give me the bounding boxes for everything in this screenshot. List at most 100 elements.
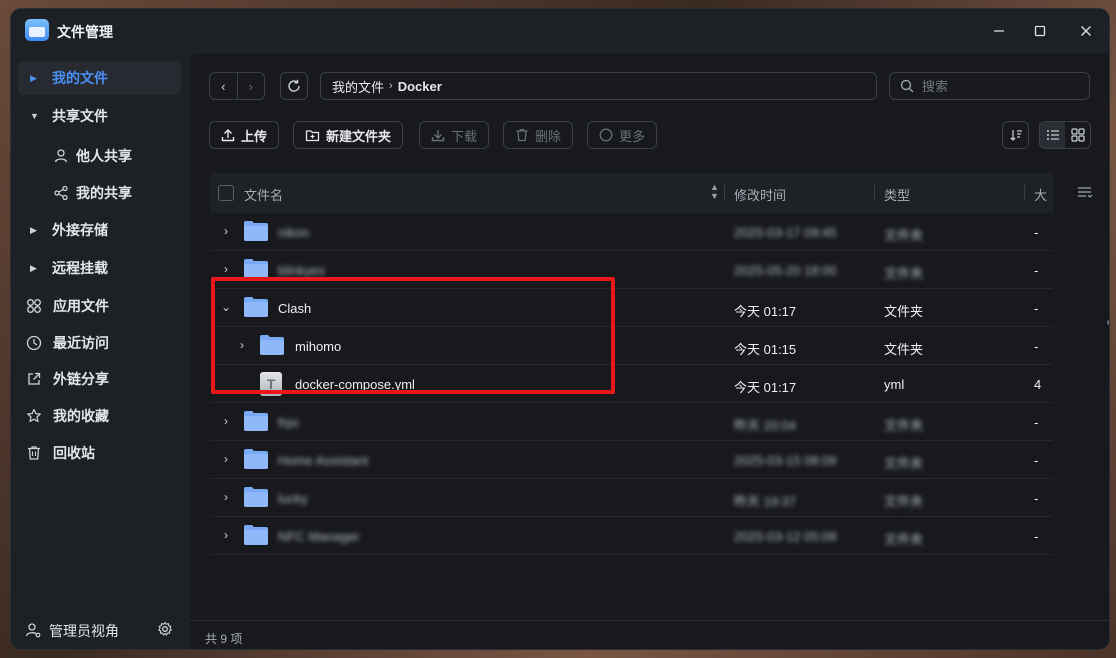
minimize-button[interactable] [984,18,1014,44]
search-box[interactable] [889,72,1090,100]
file-name[interactable]: nikon [278,225,309,240]
new-folder-button[interactable]: 新建文件夹 [293,121,404,149]
chevron-right-icon[interactable]: › [236,338,248,352]
caret-right-icon: ▶ [30,262,37,273]
download-icon [431,128,445,142]
download-button[interactable]: 下载 [419,121,490,149]
sort-icon [1009,130,1022,141]
refresh-button[interactable] [280,72,308,100]
more-button[interactable]: 更多 [587,121,658,149]
title-bar: 文件管理 [11,9,1109,53]
apps-icon [25,297,43,315]
sidebar-item-favorites[interactable]: 我的收藏 [18,399,181,433]
close-button[interactable] [1071,18,1101,44]
sort-button[interactable] [1002,121,1029,149]
sidebar-item-link-share[interactable]: 外链分享 [18,362,181,396]
maximize-icon [1034,25,1046,37]
file-mtime: 2025-03-17 09:45 [734,225,837,240]
folder-icon [244,221,268,241]
column-header-type[interactable]: 类型 [884,185,910,204]
chevron-right-icon[interactable]: › [220,490,232,504]
sort-arrows-icon[interactable]: ▲ ▼ [710,183,719,201]
file-type: 文件夹 [884,304,924,319]
grid-icon [1070,128,1085,142]
file-name[interactable]: NFC Manager [278,529,360,544]
file-name[interactable]: blinkyes [278,263,325,278]
chevron-right-icon[interactable]: › [220,414,232,428]
column-divider[interactable] [724,185,725,201]
sidebar-item-shared-with-me[interactable]: 他人共享 [18,139,181,173]
sidebar-item-my-shares[interactable]: 我的共享 [18,176,181,210]
forward-button[interactable]: › [238,73,265,99]
sidebar: ▶ 我的文件 ▼ 共享文件 他人共享 我的共享 ▶ 外接存储 ▶ 远程挂载 应用… [11,53,189,649]
file-type: 文件夹 [884,266,924,281]
search-input[interactable] [922,78,1082,94]
upload-label: 上传 [241,128,268,144]
sidebar-item-my-files[interactable]: ▶ 我的文件 [18,61,181,95]
scrollbar-indicator[interactable] [1107,320,1109,325]
admin-view-label: 管理员视角 [49,623,119,639]
gear-icon [158,621,172,636]
file-size: - [1034,301,1039,316]
table-row[interactable]: ⌄ Clash 今天 01:17 文件夹 - [210,289,1053,327]
column-header-size[interactable]: 大 [1034,185,1047,204]
table-row[interactable]: › Home Assistant 2025-03-15 08:09 文件夹 - [210,441,1053,479]
sidebar-item-recent[interactable]: 最近访问 [18,326,181,360]
column-header-name[interactable]: 文件名 [244,185,283,204]
column-divider[interactable] [1024,185,1025,201]
breadcrumb-current[interactable]: Docker [398,79,442,94]
file-size: - [1034,225,1039,240]
more-label: 更多 [619,128,646,144]
sidebar-item-external-storage[interactable]: ▶ 外接存储 [18,213,181,247]
select-all-checkbox[interactable] [218,185,234,201]
file-name[interactable]: Clash [278,301,311,316]
item-count: 共 9 项 [205,632,243,646]
file-name[interactable]: docker-compose.yml [295,377,415,392]
table-row[interactable]: › NFC Manager 2025-03-12 05:09 文件夹 - [210,517,1053,555]
breadcrumb-separator-icon: › [389,80,393,92]
column-settings-button[interactable] [1077,185,1093,202]
admin-view-toggle[interactable]: 管理员视角 [25,621,119,641]
new-folder-label: 新建文件夹 [326,128,392,144]
settings-button[interactable] [157,621,173,640]
table-row[interactable]: › frpc 昨天 20:04 文件夹 - [210,403,1053,441]
table-row[interactable]: › nikon 2025-03-17 09:45 文件夹 - [210,213,1053,251]
grid-view-button[interactable] [1065,122,1090,148]
chevron-right-icon[interactable]: › [220,224,232,238]
sidebar-item-app-files[interactable]: 应用文件 [18,289,181,323]
file-mtime: 今天 01:15 [734,342,797,357]
sidebar-item-shared-files[interactable]: ▼ 共享文件 [18,99,181,133]
sidebar-item-recycle-bin[interactable]: 回收站 [18,436,181,470]
more-icon [599,128,613,142]
list-view-button[interactable] [1040,122,1065,148]
file-name[interactable]: Home Assistant [278,453,368,468]
caret-right-icon: ▶ [30,72,37,83]
refresh-icon [288,79,300,92]
table-row[interactable]: › blinkyes 2025-05-20 18:00 文件夹 - [210,251,1053,289]
file-type: 文件夹 [884,456,924,471]
file-name[interactable]: frpc [278,415,300,430]
breadcrumb-root[interactable]: 我的文件 [332,77,384,96]
table-row[interactable]: › mihomo 今天 01:15 文件夹 - [210,327,1053,365]
back-button[interactable]: ‹ [210,73,238,99]
chevron-right-icon[interactable]: › [220,262,232,276]
delete-label: 删除 [535,128,562,144]
window-title: 文件管理 [57,24,113,40]
column-header-mtime[interactable]: 修改时间 [734,185,786,204]
chevron-right-icon[interactable]: › [220,528,232,542]
column-divider[interactable] [874,185,875,201]
chevron-down-icon[interactable]: ⌄ [220,300,232,314]
sidebar-item-remote-mounts[interactable]: ▶ 远程挂载 [18,251,181,285]
sidebar-item-label: 我的文件 [52,70,108,86]
upload-button[interactable]: 上传 [209,121,280,149]
sidebar-item-label: 他人共享 [76,148,132,164]
table-row[interactable]: T docker-compose.yml 今天 01:17 yml 4 [210,365,1053,403]
maximize-button[interactable] [1025,18,1055,44]
delete-button[interactable]: 删除 [503,121,574,149]
file-name[interactable]: lucky [278,491,308,506]
file-size: - [1034,339,1039,354]
file-name[interactable]: mihomo [295,339,341,354]
chevron-right-icon[interactable]: › [220,452,232,466]
minimize-icon [994,30,1004,32]
table-row[interactable]: › lucky 昨天 19:37 文件夹 - [210,479,1053,517]
